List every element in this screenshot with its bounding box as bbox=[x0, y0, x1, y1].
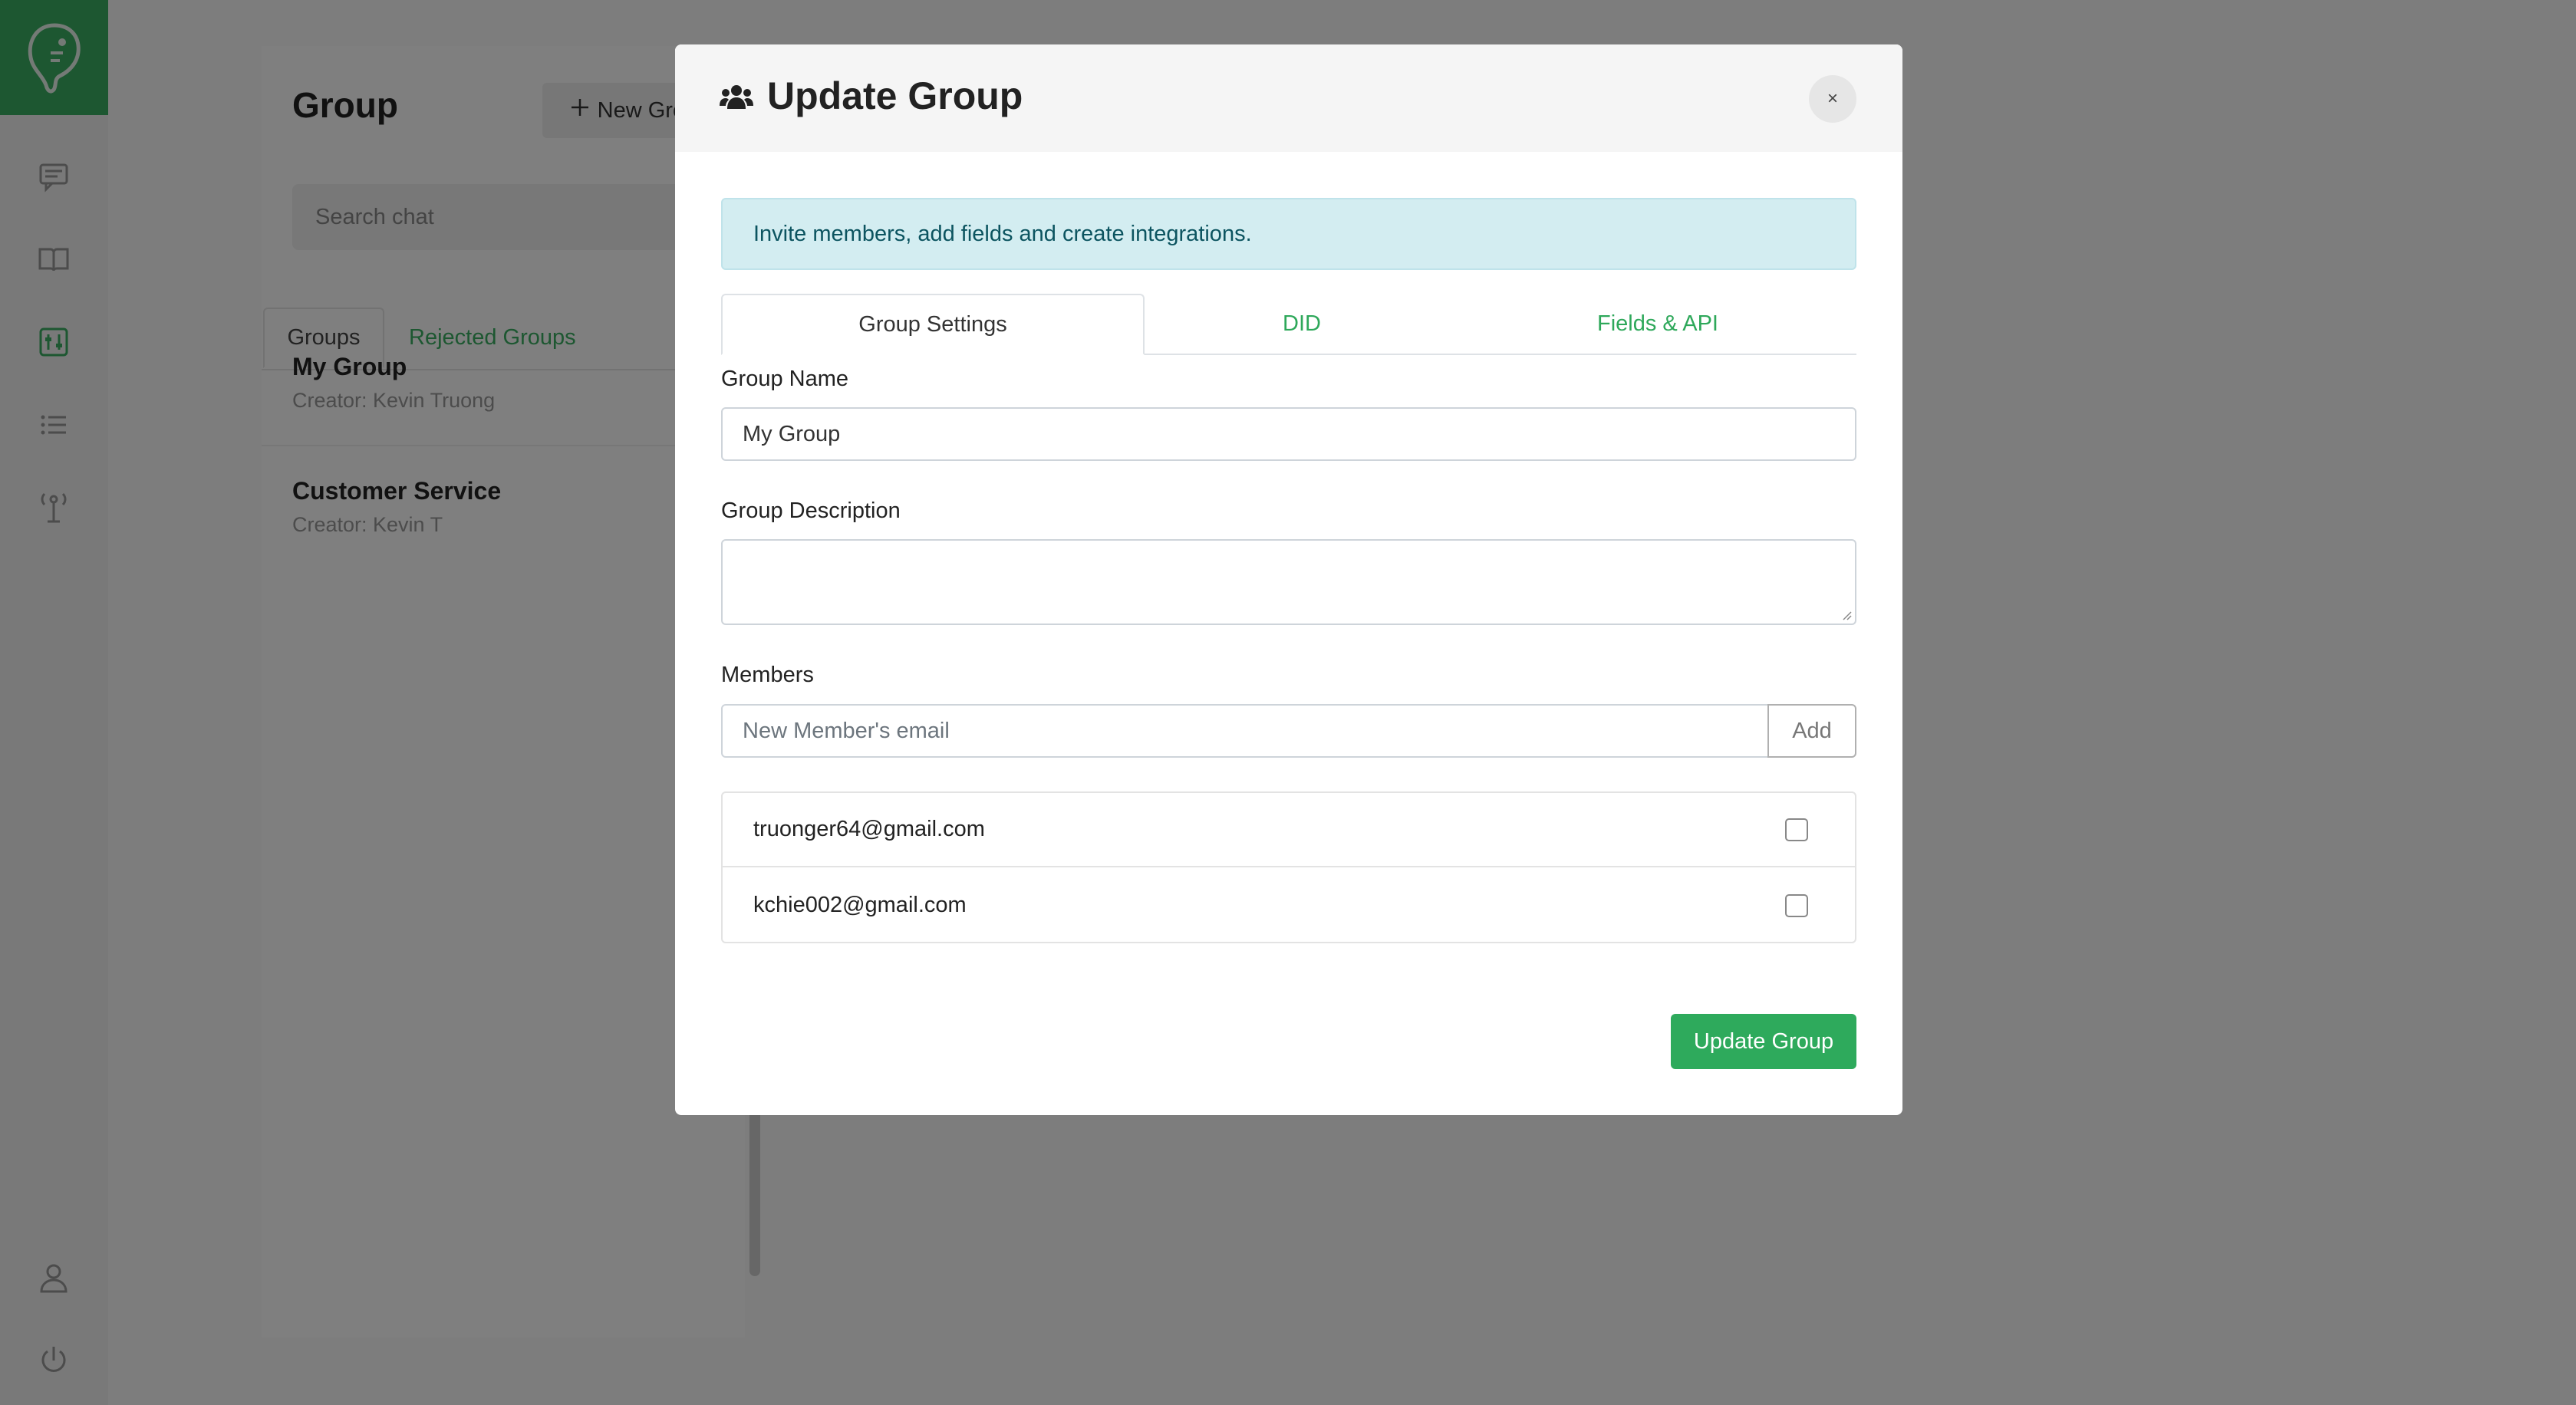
member-email: kchie002@gmail.com bbox=[753, 893, 967, 917]
modal-title: Update Group bbox=[767, 74, 1023, 117]
member-list: truonger64@gmail.com kchie002@gmail.com bbox=[721, 791, 1856, 943]
group-name-input[interactable]: My Group bbox=[721, 407, 1856, 461]
member-email-input[interactable]: New Member's email bbox=[721, 704, 1769, 758]
group-name-label: Group Name bbox=[721, 367, 849, 391]
users-icon bbox=[720, 83, 753, 114]
add-member-button[interactable]: Add bbox=[1767, 704, 1856, 758]
info-alert: Invite members, add fields and create in… bbox=[721, 198, 1856, 270]
tab-did[interactable]: DID bbox=[1145, 294, 1459, 354]
update-group-button[interactable]: Update Group bbox=[1671, 1014, 1856, 1069]
member-row: truonger64@gmail.com bbox=[723, 793, 1855, 867]
member-checkbox[interactable] bbox=[1785, 893, 1808, 917]
members-label: Members bbox=[721, 663, 814, 687]
member-email: truonger64@gmail.com bbox=[753, 817, 985, 841]
tab-fields-api[interactable]: Fields & API bbox=[1459, 294, 1856, 354]
tab-group-settings[interactable]: Group Settings bbox=[721, 294, 1145, 355]
modal-header: Update Group × bbox=[675, 44, 1902, 152]
member-checkbox[interactable] bbox=[1785, 818, 1808, 841]
close-button[interactable]: × bbox=[1809, 75, 1856, 123]
group-description-label: Group Description bbox=[721, 498, 901, 523]
member-row: kchie002@gmail.com bbox=[723, 868, 1855, 943]
resize-grip-icon[interactable] bbox=[1840, 608, 1852, 620]
group-description-textarea[interactable] bbox=[721, 539, 1856, 625]
modal-tabs: Group Settings DID Fields & API bbox=[721, 294, 1856, 355]
update-group-modal: Update Group × Invite members, add field… bbox=[675, 44, 1902, 1115]
